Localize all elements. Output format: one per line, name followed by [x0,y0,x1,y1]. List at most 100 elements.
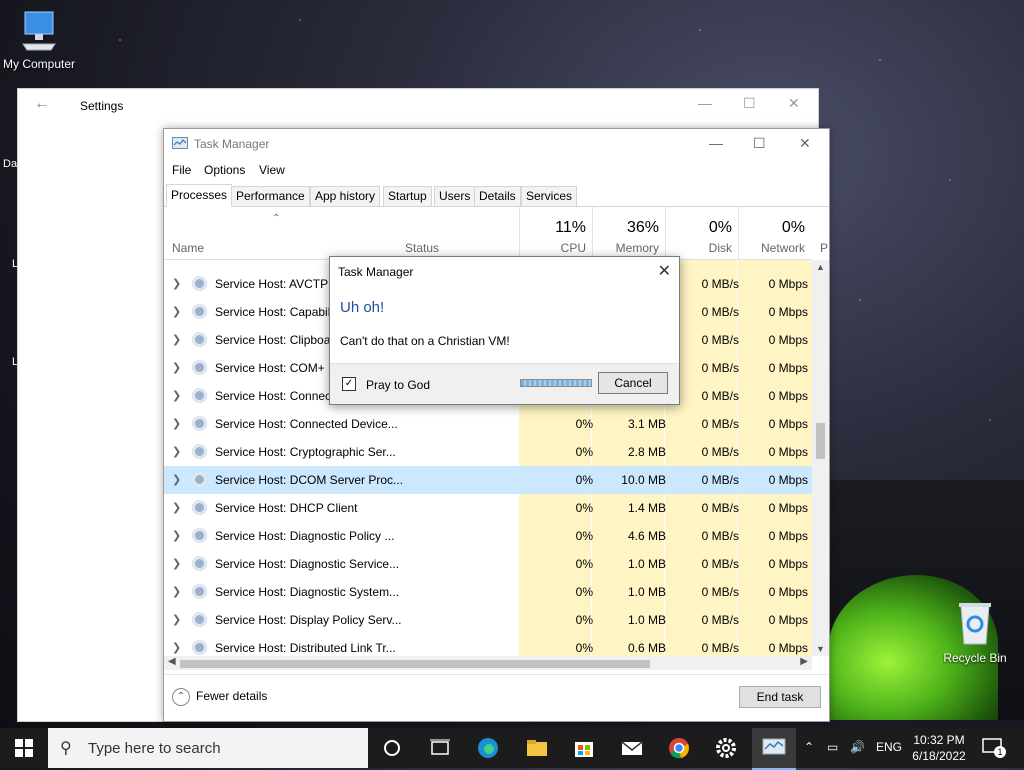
process-disk: 0 MB/s [701,473,739,487]
pray-checkbox-label[interactable]: Pray to God [366,378,430,392]
tab-users[interactable]: Users [434,186,476,206]
close-icon[interactable]: ✕ [788,95,800,112]
table-row[interactable]: ❯ Service Host: DHCP Client 0% 1.4 MB 0 MB/s… [164,494,812,522]
volume-icon[interactable]: 🔊 [850,740,865,754]
expand-chevron-icon[interactable]: ❯ [172,333,181,346]
desktop-icon-my-computer[interactable]: My Computer [0,10,78,71]
title-bar[interactable]: Task Manager — ☐ ✕ [164,129,829,159]
scroll-up-icon[interactable]: ▲ [816,262,825,272]
tab-services[interactable]: Services [521,186,578,206]
maximize-icon[interactable]: ☐ [753,135,766,152]
menu-file[interactable]: File [172,163,191,177]
process-name: Service Host: AVCTP s [215,277,338,291]
minimize-icon[interactable]: — [698,95,712,111]
table-row[interactable]: ❯ Service Host: Diagnostic System... 0% 1.0… [164,578,812,606]
scroll-down-icon[interactable]: ▼ [816,644,825,654]
column-name[interactable]: Name [172,241,204,255]
column-power-partial[interactable]: P [820,241,828,255]
cortana-icon[interactable] [380,736,404,760]
scroll-thumb[interactable] [816,423,825,459]
expand-chevron-icon[interactable]: ❯ [172,641,181,654]
chrome-icon[interactable] [667,736,691,760]
expand-chevron-icon[interactable]: ❯ [172,389,181,402]
expand-chevron-icon[interactable]: ❯ [172,445,181,458]
desktop-icon-recycle-bin[interactable]: Recycle Bin [938,600,1012,665]
store-icon[interactable] [572,736,596,760]
task-manager-icon [762,738,786,755]
network-icon[interactable]: ▭ [827,740,838,754]
process-disk: 0 MB/s [701,501,739,515]
task-manager-icon [172,137,188,149]
cancel-button[interactable]: Cancel [598,372,668,394]
expand-chevron-icon[interactable]: ❯ [172,501,181,514]
column-network[interactable]: 0% Network [738,207,811,259]
expand-chevron-icon[interactable]: ❯ [172,277,181,290]
table-row[interactable]: ❯ Service Host: Diagnostic Policy ... 0% 4.… [164,522,812,550]
column-disk[interactable]: 0% Disk [665,207,738,259]
language-indicator[interactable]: ENG [876,740,902,754]
process-disk: 0 MB/s [701,641,739,655]
start-button[interactable] [0,728,48,768]
close-icon[interactable]: ✕ [799,135,811,152]
process-network: 0 Mbps [768,473,808,487]
expand-chevron-icon[interactable]: ❯ [172,473,181,486]
tab-performance[interactable]: Performance [231,186,310,206]
process-disk: 0 MB/s [701,361,739,375]
expand-chevron-icon[interactable]: ❯ [172,613,181,626]
settings-gear-icon[interactable] [714,736,738,760]
menu-options[interactable]: Options [204,163,245,177]
vertical-scrollbar[interactable]: ▲ ▼ [812,260,829,656]
tab-app-history[interactable]: App history [310,186,381,206]
tab-processes[interactable]: Processes [166,184,233,207]
end-task-button[interactable]: End task [739,686,821,708]
process-network: 0 Mbps [768,417,808,431]
table-row[interactable]: ❯ Service Host: Display Policy Serv... 0% 1… [164,606,812,634]
expand-chevron-icon[interactable]: ❯ [172,529,181,542]
expand-chevron-icon[interactable]: ❯ [172,557,181,570]
horizontal-scrollbar[interactable]: ◀ ▶ [164,656,812,670]
clock[interactable]: 10:32 PM 6/18/2022 [906,732,972,764]
minimize-icon[interactable]: — [709,135,723,151]
process-network: 0 Mbps [768,613,808,627]
task-view-icon[interactable] [428,736,452,760]
column-memory[interactable]: 36% Memory [592,207,665,259]
expand-chevron-icon[interactable]: ❯ [172,585,181,598]
expand-chevron-icon[interactable]: ❯ [172,305,181,318]
close-icon[interactable]: ✕ [658,261,671,281]
task-manager-taskbar-button[interactable] [752,728,796,770]
service-gear-icon [192,332,207,347]
error-dialog: Task Manager ✕ Uh oh! Can't do that on a… [329,256,680,405]
window-title: Task Manager [194,137,270,151]
notifications-button[interactable]: 1 [982,738,1006,758]
process-memory: 2.8 MB [627,445,666,459]
fewer-details-button[interactable]: ⌃ Fewer details [172,688,267,706]
menu-view[interactable]: View [259,163,285,177]
table-row[interactable]: ❯ Service Host: Diagnostic Service... 0% 1.… [164,550,812,578]
process-name: Service Host: Cryptographic Ser... [215,445,396,459]
edge-icon[interactable] [476,736,500,760]
maximize-icon[interactable]: ☐ [743,95,756,112]
pray-checkbox[interactable]: ✓ [342,377,356,391]
column-cpu[interactable]: 11% CPU [519,207,592,259]
expand-chevron-icon[interactable]: ❯ [172,417,181,430]
fewer-details-label: Fewer details [196,689,268,704]
scroll-left-icon[interactable]: ◀ [168,656,176,667]
column-status[interactable]: Status [405,241,439,255]
chevron-up-icon[interactable]: ⌃ [804,740,814,754]
back-arrow-icon[interactable]: ← [34,95,50,113]
tab-startup[interactable]: Startup [383,186,432,206]
table-row[interactable]: ❯ Service Host: DCOM Server Proc... 0% 10.0… [164,466,812,494]
mail-icon[interactable] [620,736,644,760]
scroll-right-icon[interactable]: ▶ [800,656,808,667]
expand-chevron-icon[interactable]: ❯ [172,361,181,374]
computer-icon [22,11,56,51]
table-row[interactable]: ❯ Service Host: Distributed Link Tr... 0% 0… [164,634,812,656]
taskbar-search-box[interactable]: ⚲ Type here to search [48,728,368,768]
hscroll-thumb[interactable] [180,660,650,668]
table-row[interactable]: ❯ Service Host: Cryptographic Ser... 0% 2.8… [164,438,812,466]
memory-total: 36% [626,219,659,236]
tab-details[interactable]: Details [474,186,521,206]
table-row[interactable]: ❯ Service Host: Connected Device... 0% 3.1 … [164,410,812,438]
process-network: 0 Mbps [768,585,808,599]
file-explorer-icon[interactable] [525,736,549,760]
